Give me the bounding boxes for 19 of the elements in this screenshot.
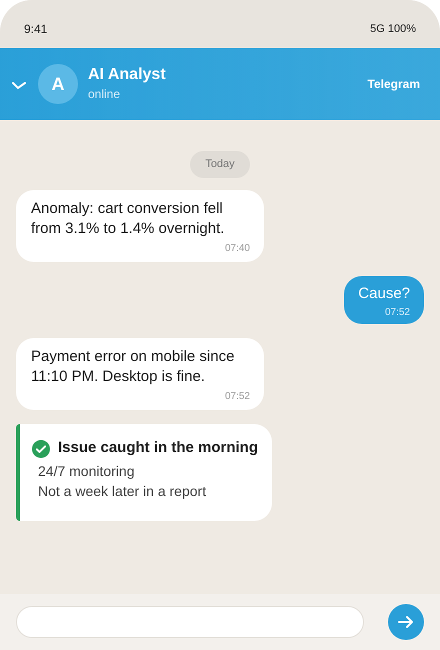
message-time: 07:52 (384, 306, 410, 320)
card-line: 24/7 monitoring (37, 462, 136, 480)
app-label: Telegram (368, 76, 420, 93)
arrow-right-icon (398, 615, 414, 629)
card-title: Issue caught in the morning (58, 438, 258, 458)
status-indicators: 5G 100% (370, 22, 416, 37)
avatar: A (38, 64, 78, 104)
card-line: Not a week later in a report (37, 482, 208, 500)
chat-status: online (88, 86, 122, 103)
send-button[interactable] (388, 604, 424, 640)
status-time: 9:41 (24, 21, 48, 38)
date-chip: Today (190, 151, 250, 178)
message-time: 07:52 (224, 390, 250, 404)
message-text: Cause? (358, 284, 410, 304)
message-text: Anomaly: cart conversion fell from 3.1% to 1.4% overnight. (31, 198, 226, 238)
message-time: 07:40 (224, 242, 250, 256)
message-text: Payment error on mobile since 11:10 PM. Desktop is fine. (31, 346, 236, 386)
message-input[interactable] (16, 606, 364, 638)
chat-name: AI Analyst (88, 65, 167, 85)
